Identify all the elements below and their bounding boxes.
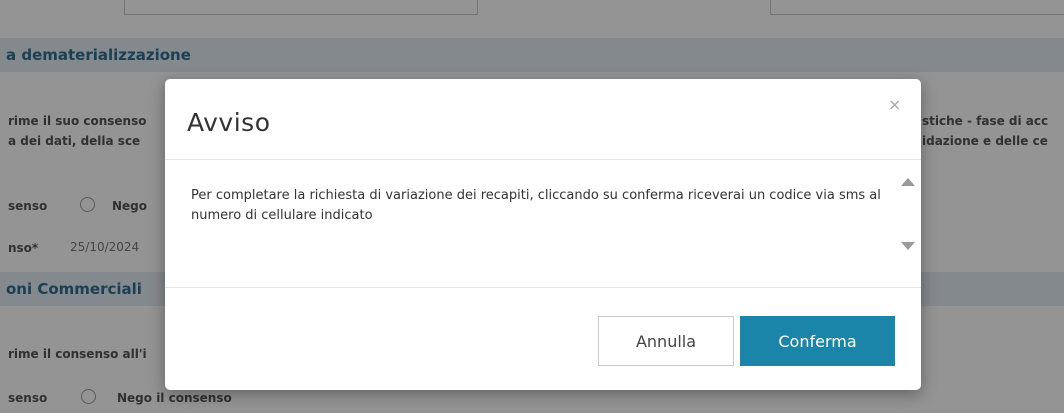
dialog-footer: Annulla Conferma <box>165 287 921 391</box>
dialog-title: Avviso <box>187 108 271 137</box>
scroll-down-arrow-icon[interactable] <box>901 242 915 250</box>
dialog-message: Per completare la richiesta di variazion… <box>191 188 881 223</box>
confirm-button[interactable]: Conferma <box>740 316 895 366</box>
close-icon[interactable]: × <box>888 97 901 113</box>
dialog-body: Per completare la richiesta di variazion… <box>165 160 921 286</box>
avviso-dialog: Avviso × Per completare la richiesta di … <box>165 79 921 390</box>
scroll-up-arrow-icon[interactable] <box>901 178 915 186</box>
cancel-button[interactable]: Annulla <box>598 316 734 366</box>
dialog-header: Avviso × <box>165 79 921 160</box>
